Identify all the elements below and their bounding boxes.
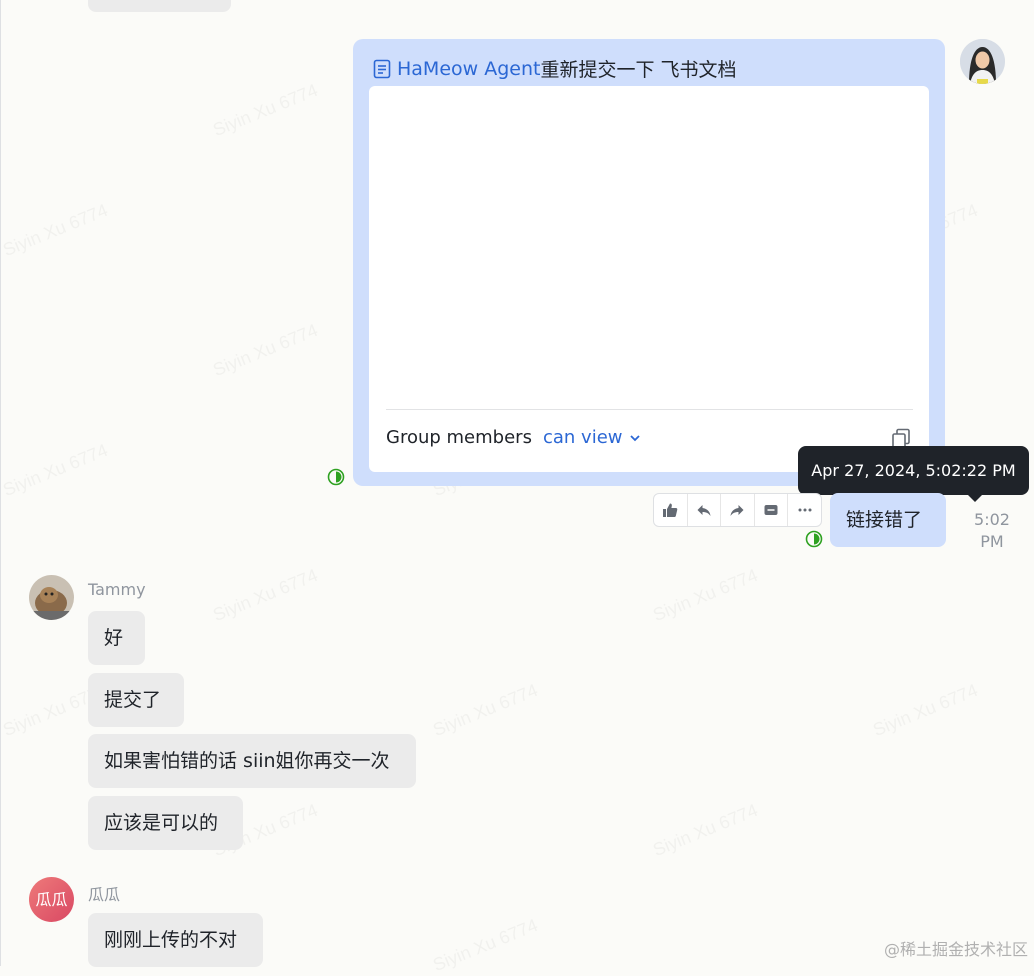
- forward-button[interactable]: [721, 494, 755, 526]
- doc-title-rest: 重新提交一下 飞书文档: [540, 59, 737, 81]
- permission-label: Group members: [386, 427, 532, 448]
- watermark: Siyin Xu 6774: [430, 679, 541, 741]
- message-bubble[interactable]: 提交了: [88, 673, 184, 727]
- sender-name: Tammy: [88, 580, 146, 599]
- timestamp-tooltip: Apr 27, 2024, 5:02:22 PM: [798, 446, 1029, 495]
- guagua-avatar[interactable]: 瓜瓜: [29, 877, 74, 922]
- doc-card[interactable]: HaMeow Agent 重新提交一下 飞书文档 Group members c…: [353, 39, 945, 486]
- reply-button[interactable]: [688, 494, 722, 526]
- time-period: PM: [980, 532, 1004, 551]
- watermark: Siyin Xu 6774: [870, 679, 981, 741]
- forward-icon: [730, 505, 744, 516]
- reply-icon: [697, 505, 711, 516]
- message-action-toolbar: [653, 493, 822, 527]
- permission-value: can view: [543, 427, 623, 448]
- doc-preview[interactable]: Group members can view: [369, 86, 929, 472]
- watermark: Siyin Xu 6774: [210, 79, 321, 141]
- chevron-down-icon: [629, 434, 640, 441]
- quote-icon: [764, 505, 778, 515]
- watermark: Siyin Xu 6774: [0, 199, 111, 261]
- read-status-icon: [805, 530, 823, 548]
- message-bubble-cutoff[interactable]: [88, 0, 231, 12]
- message-time: 5:02 PM: [962, 509, 1022, 553]
- permission-dropdown[interactable]: can view: [543, 427, 641, 448]
- left-border: [0, 0, 1, 966]
- person-photo-icon: [960, 39, 1005, 84]
- more-icon: [798, 508, 812, 512]
- watermark: Siyin Xu 6774: [210, 564, 321, 626]
- watermark: Siyin Xu 6774: [210, 319, 321, 381]
- read-status-icon: [327, 468, 345, 486]
- message-bubble[interactable]: 刚刚上传的不对: [88, 913, 263, 967]
- site-credit: @稀土掘金技术社区: [883, 940, 1028, 959]
- time-line: 5:02: [974, 510, 1010, 529]
- thumbs-up-icon: [663, 503, 678, 517]
- watermark: Siyin Xu 6774: [650, 564, 761, 626]
- self-message-bubble[interactable]: 链接错了: [830, 493, 946, 547]
- tooltip-arrow: [967, 494, 983, 502]
- quote-button[interactable]: [755, 494, 789, 526]
- watermark: Siyin Xu 6774: [430, 914, 541, 976]
- message-bubble[interactable]: 如果害怕错的话 siin姐你再交一次: [88, 734, 416, 788]
- cat-photo-icon: [29, 575, 74, 620]
- more-button[interactable]: [788, 494, 821, 526]
- watermark: Siyin Xu 6774: [0, 439, 111, 501]
- reaction-button[interactable]: [654, 494, 688, 526]
- message-bubble[interactable]: 应该是可以的: [88, 796, 243, 850]
- self-avatar[interactable]: [960, 39, 1005, 84]
- message-bubble[interactable]: 好: [88, 611, 145, 665]
- doc-link[interactable]: HaMeow Agent: [397, 58, 540, 80]
- document-icon: [373, 59, 391, 78]
- tammy-avatar[interactable]: [29, 575, 74, 620]
- watermark: Siyin Xu 6774: [650, 799, 761, 861]
- doc-card-header: HaMeow Agent 重新提交一下 飞书文档: [373, 55, 737, 82]
- sender-name: 瓜瓜: [88, 885, 121, 904]
- divider: [386, 409, 913, 410]
